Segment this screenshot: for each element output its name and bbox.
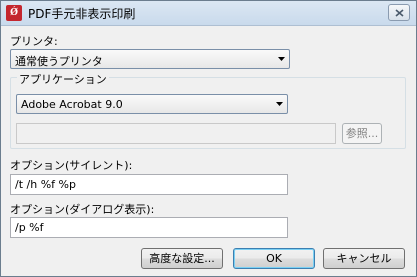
window-title: PDF手元非表示印刷 <box>28 7 136 21</box>
close-icon <box>395 9 404 17</box>
advanced-settings-button[interactable]: 高度な設定... <box>141 248 223 269</box>
silent-option-value: /t /h %f %p <box>15 178 76 191</box>
browse-button: 参照... <box>342 123 382 144</box>
app-icon: Ǿ <box>6 5 22 21</box>
dialog-option-label: オプション(ダイアログ表示): <box>10 203 155 216</box>
chevron-down-icon <box>276 102 283 106</box>
silent-option-field[interactable]: /t /h %f %p <box>10 174 288 195</box>
application-path-field <box>16 123 336 144</box>
cancel-button[interactable]: キャンセル <box>323 248 405 269</box>
printer-label: プリンタ: <box>10 35 58 48</box>
application-select[interactable]: Adobe Acrobat 9.0 <box>16 94 288 114</box>
application-group-label: アプリケーション <box>17 71 109 87</box>
dialog-option-value: /p %f <box>15 221 44 234</box>
title-bar[interactable]: Ǿ PDF手元非表示印刷 <box>1 1 416 26</box>
close-button[interactable] <box>388 4 410 21</box>
ok-button[interactable]: OK <box>233 248 315 269</box>
dialog-option-field[interactable]: /p %f <box>10 217 288 238</box>
application-selected-value: Adobe Acrobat 9.0 <box>21 98 123 111</box>
printer-select[interactable]: 通常使うプリンタ <box>10 49 290 69</box>
silent-option-label: オプション(サイレント): <box>10 159 133 172</box>
printer-selected-value: 通常使うプリンタ <box>15 55 103 68</box>
chevron-down-icon <box>278 57 285 61</box>
print-settings-dialog: Ǿ PDF手元非表示印刷 プリンタ: 通常使うプリンタ アプリケーション Ado… <box>0 0 417 277</box>
